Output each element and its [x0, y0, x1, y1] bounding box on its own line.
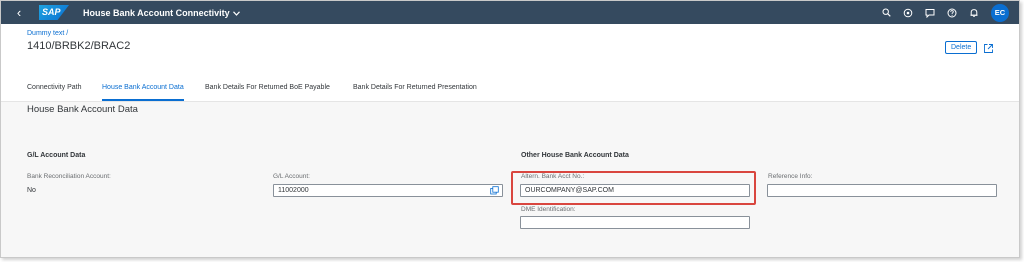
breadcrumb[interactable]: Dummy text /: [27, 30, 68, 37]
other-house-bank-data-title: Other House Bank Account Data: [521, 152, 629, 159]
tab-bank-details-returned-boe-payable[interactable]: Bank Details For Returned BoE Payable: [205, 81, 330, 101]
page-title: 1410/BRBK2/BRAC2: [27, 40, 131, 52]
sap-logo: SAP: [39, 5, 69, 20]
section-title: House Bank Account Data: [27, 104, 138, 115]
object-header: Dummy text / 1410/BRBK2/BRAC2 Delete Con…: [1, 24, 1019, 102]
avatar[interactable]: EC: [991, 3, 1009, 22]
bank-reconciliation-value: No: [27, 187, 36, 194]
copilot-icon[interactable]: [899, 4, 917, 22]
gl-account-data-title: G/L Account Data: [27, 152, 86, 159]
back-button[interactable]: ‹: [7, 5, 31, 20]
delete-button[interactable]: Delete: [945, 41, 978, 54]
feedback-icon[interactable]: [921, 4, 939, 22]
chevron-down-icon: [232, 8, 240, 18]
tab-house-bank-account-data[interactable]: House Bank Account Data: [102, 81, 184, 101]
gl-account-value: 11002000: [278, 187, 309, 194]
reference-info-field[interactable]: [767, 184, 997, 197]
dme-identification-field[interactable]: [520, 216, 750, 229]
bank-reconciliation-label: Bank Reconciliation Account:: [27, 173, 111, 180]
gl-account-field[interactable]: 11002000: [273, 184, 503, 197]
help-icon[interactable]: [943, 4, 961, 22]
notifications-icon[interactable]: [965, 4, 983, 22]
share-icon[interactable]: [983, 41, 995, 53]
value-help-icon[interactable]: [490, 186, 499, 195]
shell-bar: ‹ SAP House Bank Account Connectivity EC: [1, 1, 1019, 24]
tab-connectivity-path[interactable]: Connectivity Path: [27, 81, 81, 101]
tab-bank-details-returned-presentation[interactable]: Bank Details For Returned Presentation: [353, 81, 477, 101]
highlight-frame: [511, 171, 756, 205]
search-icon[interactable]: [877, 4, 895, 22]
reference-info-label: Reference Info:: [768, 173, 813, 180]
app-title-menu[interactable]: House Bank Account Connectivity: [83, 8, 240, 18]
app-title-label: House Bank Account Connectivity: [83, 7, 230, 18]
tab-bar: Connectivity Path House Bank Account Dat…: [1, 81, 1019, 102]
gl-account-label: G/L Account:: [273, 173, 310, 180]
app-window: ‹ SAP House Bank Account Connectivity EC…: [0, 0, 1020, 258]
dme-identification-label: DME Identification:: [521, 206, 576, 213]
